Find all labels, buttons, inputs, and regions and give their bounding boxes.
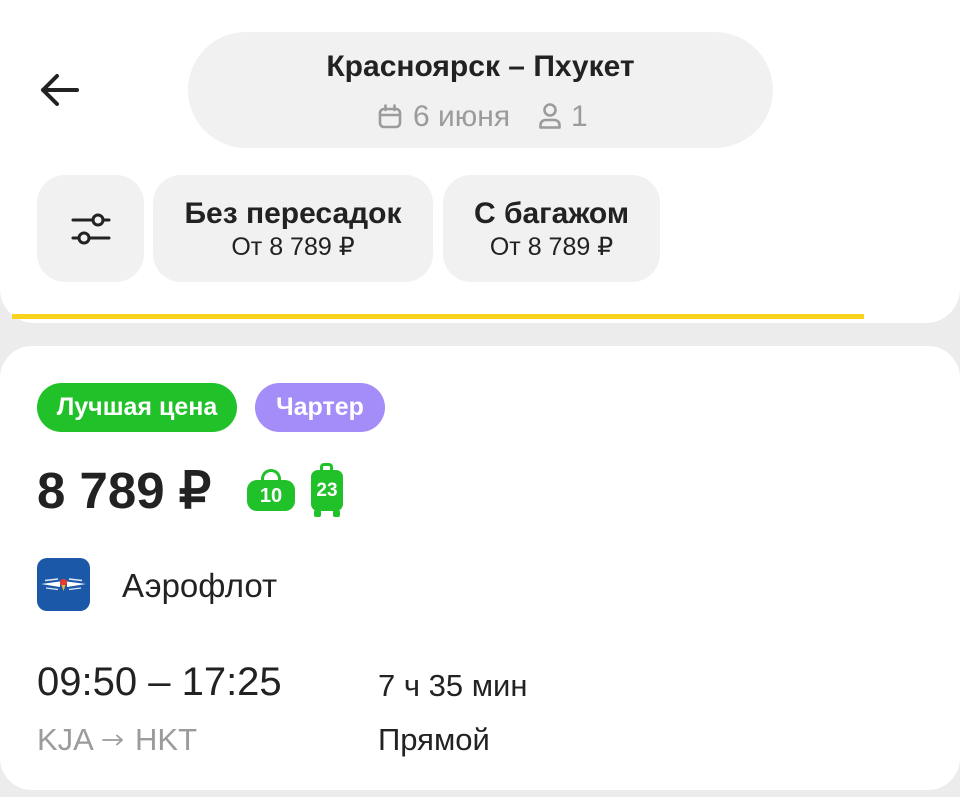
filter-chip-label: С багажом [473,197,630,230]
search-header-card: Красноярск – Пхукет 6 июня 1 Без пересад… [0,0,960,323]
suitcase-icon: 23 [310,463,344,517]
hand-luggage-icon: 10 [247,469,297,511]
airline-name: Аэрофлот [122,567,278,604]
calendar-icon [378,104,402,129]
suitcase-wheel [333,510,340,517]
filter-chip-nonstop[interactable]: Без пересадок От 8 789 ₽ [153,175,433,282]
arrival-airport-code: HKT [135,722,197,757]
search-summary-pill[interactable]: Красноярск – Пхукет 6 июня 1 [188,32,773,148]
filter-chip-baggage[interactable]: С багажом От 8 789 ₽ [443,175,660,282]
flight-result-card[interactable]: Лучшая цена Чартер 8 789 ₽ 10 23 Аэрофло… [0,346,960,790]
loading-progress-fill [12,314,864,319]
checked-baggage-weight: 23 [311,470,343,511]
route-title: Красноярск – Пхукет [326,50,635,83]
passenger-count: 1 [571,100,588,133]
person-icon [539,103,561,129]
suitcase-wheel [314,510,321,517]
sliders-icon [71,213,110,244]
best-price-badge: Лучшая цена [37,383,237,432]
loading-progress-bar [12,314,948,319]
flight-duration: 7 ч 35 мин [378,668,528,703]
filter-chip-price: От 8 789 ₽ [489,233,614,261]
charter-badge: Чартер [255,383,385,432]
hand-luggage-weight: 10 [247,480,295,511]
aeroflot-logo-icon [37,558,90,611]
aeroflot-wings-icon [41,578,86,591]
arrow-right-icon [102,734,123,746]
search-date: 6 июня [413,100,511,133]
filters-settings-button[interactable] [37,175,144,282]
filter-chip-label: Без пересадок [184,197,402,230]
ticket-price: 8 789 ₽ [37,462,212,519]
departure-airport-code: KJA [37,722,94,757]
arrow-left-icon [41,74,79,106]
back-button[interactable] [30,61,88,119]
flight-times: 09:50 – 17:25 [37,660,282,704]
stops-info: Прямой [378,722,490,757]
filter-chip-price: От 8 789 ₽ [231,233,355,261]
